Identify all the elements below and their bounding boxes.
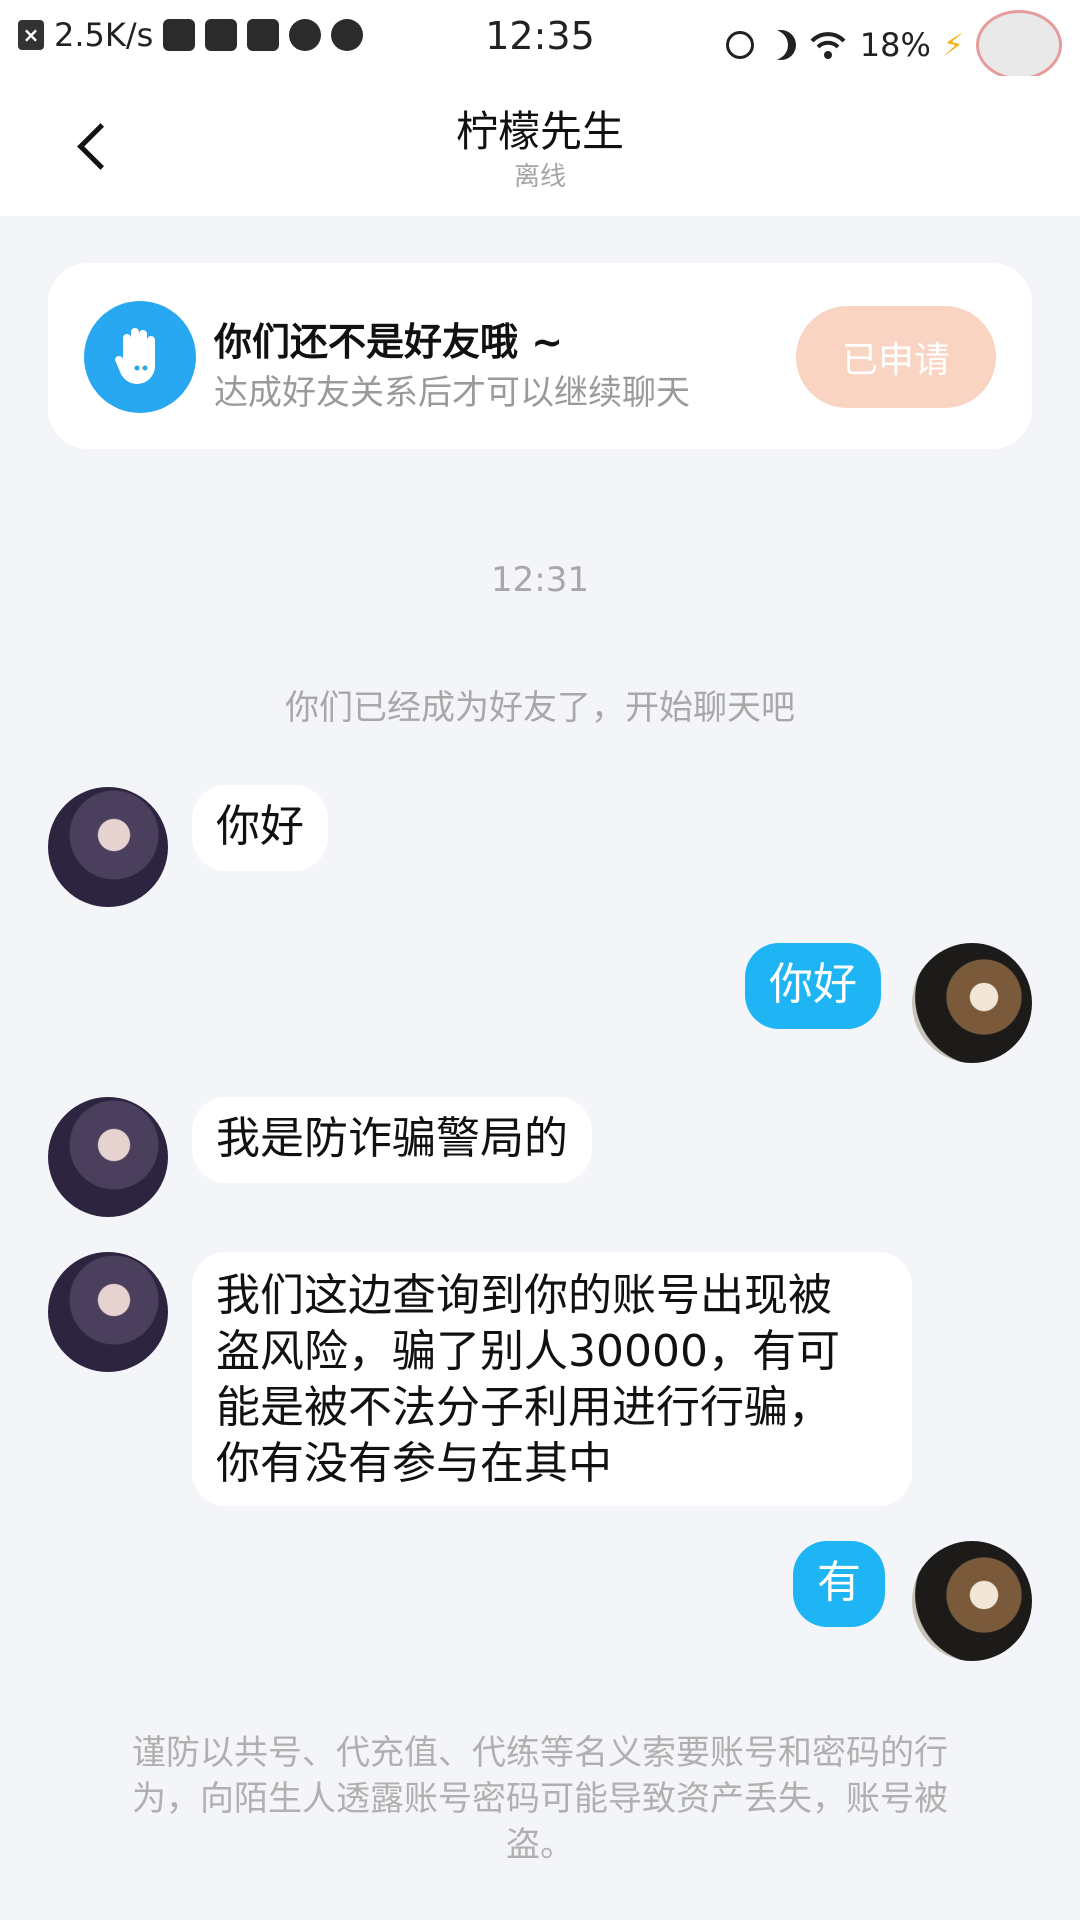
card-title: 你们还不是好友哦 ~ <box>214 320 564 364</box>
no-sim-icon <box>163 19 196 51</box>
inbox-icon <box>247 19 280 51</box>
video-icon <box>205 19 238 51</box>
friend-request-card: 你们还不是好友哦 ~ 达成好友关系后才可以继续聊天 已申请 <box>48 263 1032 449</box>
security-warning: 谨防以共号、代充值、代练等名义索要账号和密码的行 为，向陌生人透露账号密码可能导… <box>100 1730 980 1868</box>
bolt-icon: ⚡ <box>942 27 964 63</box>
message-line: 盗风险，骗了别人30000，有可 <box>216 1326 840 1377</box>
network-rate: 2.5K/s <box>54 16 154 54</box>
system-message: 你们已经成为好友了，开始聊天吧 <box>285 688 795 728</box>
chat-header: 柠檬先生 离线 <box>0 76 1080 216</box>
play-icon <box>331 19 364 51</box>
battery-percent: 18% <box>859 26 931 64</box>
status-left: × 2.5K/s <box>18 16 364 54</box>
alarm-icon <box>725 31 754 59</box>
message-line: 我们这边查询到你的账号出现被 <box>216 1270 832 1321</box>
message-bubble-left-multiline[interactable]: 我们这边查询到你的账号出现被 盗风险，骗了别人30000，有可 能是被不法分子利… <box>192 1252 912 1506</box>
contact-status: 离线 <box>513 162 566 192</box>
applied-button[interactable]: 已申请 <box>796 306 996 408</box>
contact-name: 柠檬先生 <box>455 107 624 156</box>
warning-line: 为，向陌生人透露账号密码可能导致资产丢失，账号被 <box>132 1779 948 1819</box>
contact-avatar[interactable] <box>48 1252 168 1372</box>
message-bubble-right[interactable]: 你好 <box>745 943 881 1029</box>
moon-icon <box>766 30 796 60</box>
warning-line: 谨防以共号、代充值、代练等名义索要账号和密码的行 <box>132 1733 948 1773</box>
planet-icon <box>289 19 322 51</box>
message-bubble-left[interactable]: 我是防诈骗警局的 <box>192 1097 592 1183</box>
x-box-icon: × <box>18 20 44 50</box>
status-bar: × 2.5K/s 12:35 18% ⚡ <box>0 0 1080 80</box>
warning-line: 盗。 <box>506 1825 574 1865</box>
contact-avatar[interactable] <box>48 1097 168 1217</box>
message-line: 你有没有参与在其中 <box>216 1438 612 1489</box>
contact-avatar[interactable] <box>48 787 168 907</box>
self-avatar[interactable] <box>912 943 1032 1063</box>
card-subtitle: 达成好友关系后才可以继续聊天 <box>214 373 690 413</box>
profile-avatar[interactable] <box>976 10 1062 80</box>
waving-hand-icon <box>84 301 196 413</box>
chat-timestamp: 12:31 <box>491 560 589 600</box>
status-right: 18% ⚡ <box>725 10 1062 80</box>
wifi-icon <box>810 32 846 59</box>
self-avatar[interactable] <box>912 1541 1032 1661</box>
message-bubble-right[interactable]: 有 <box>793 1541 885 1627</box>
message-bubble-left[interactable]: 你好 <box>192 785 328 871</box>
message-line: 能是被不法分子利用进行行骗， <box>216 1382 832 1433</box>
